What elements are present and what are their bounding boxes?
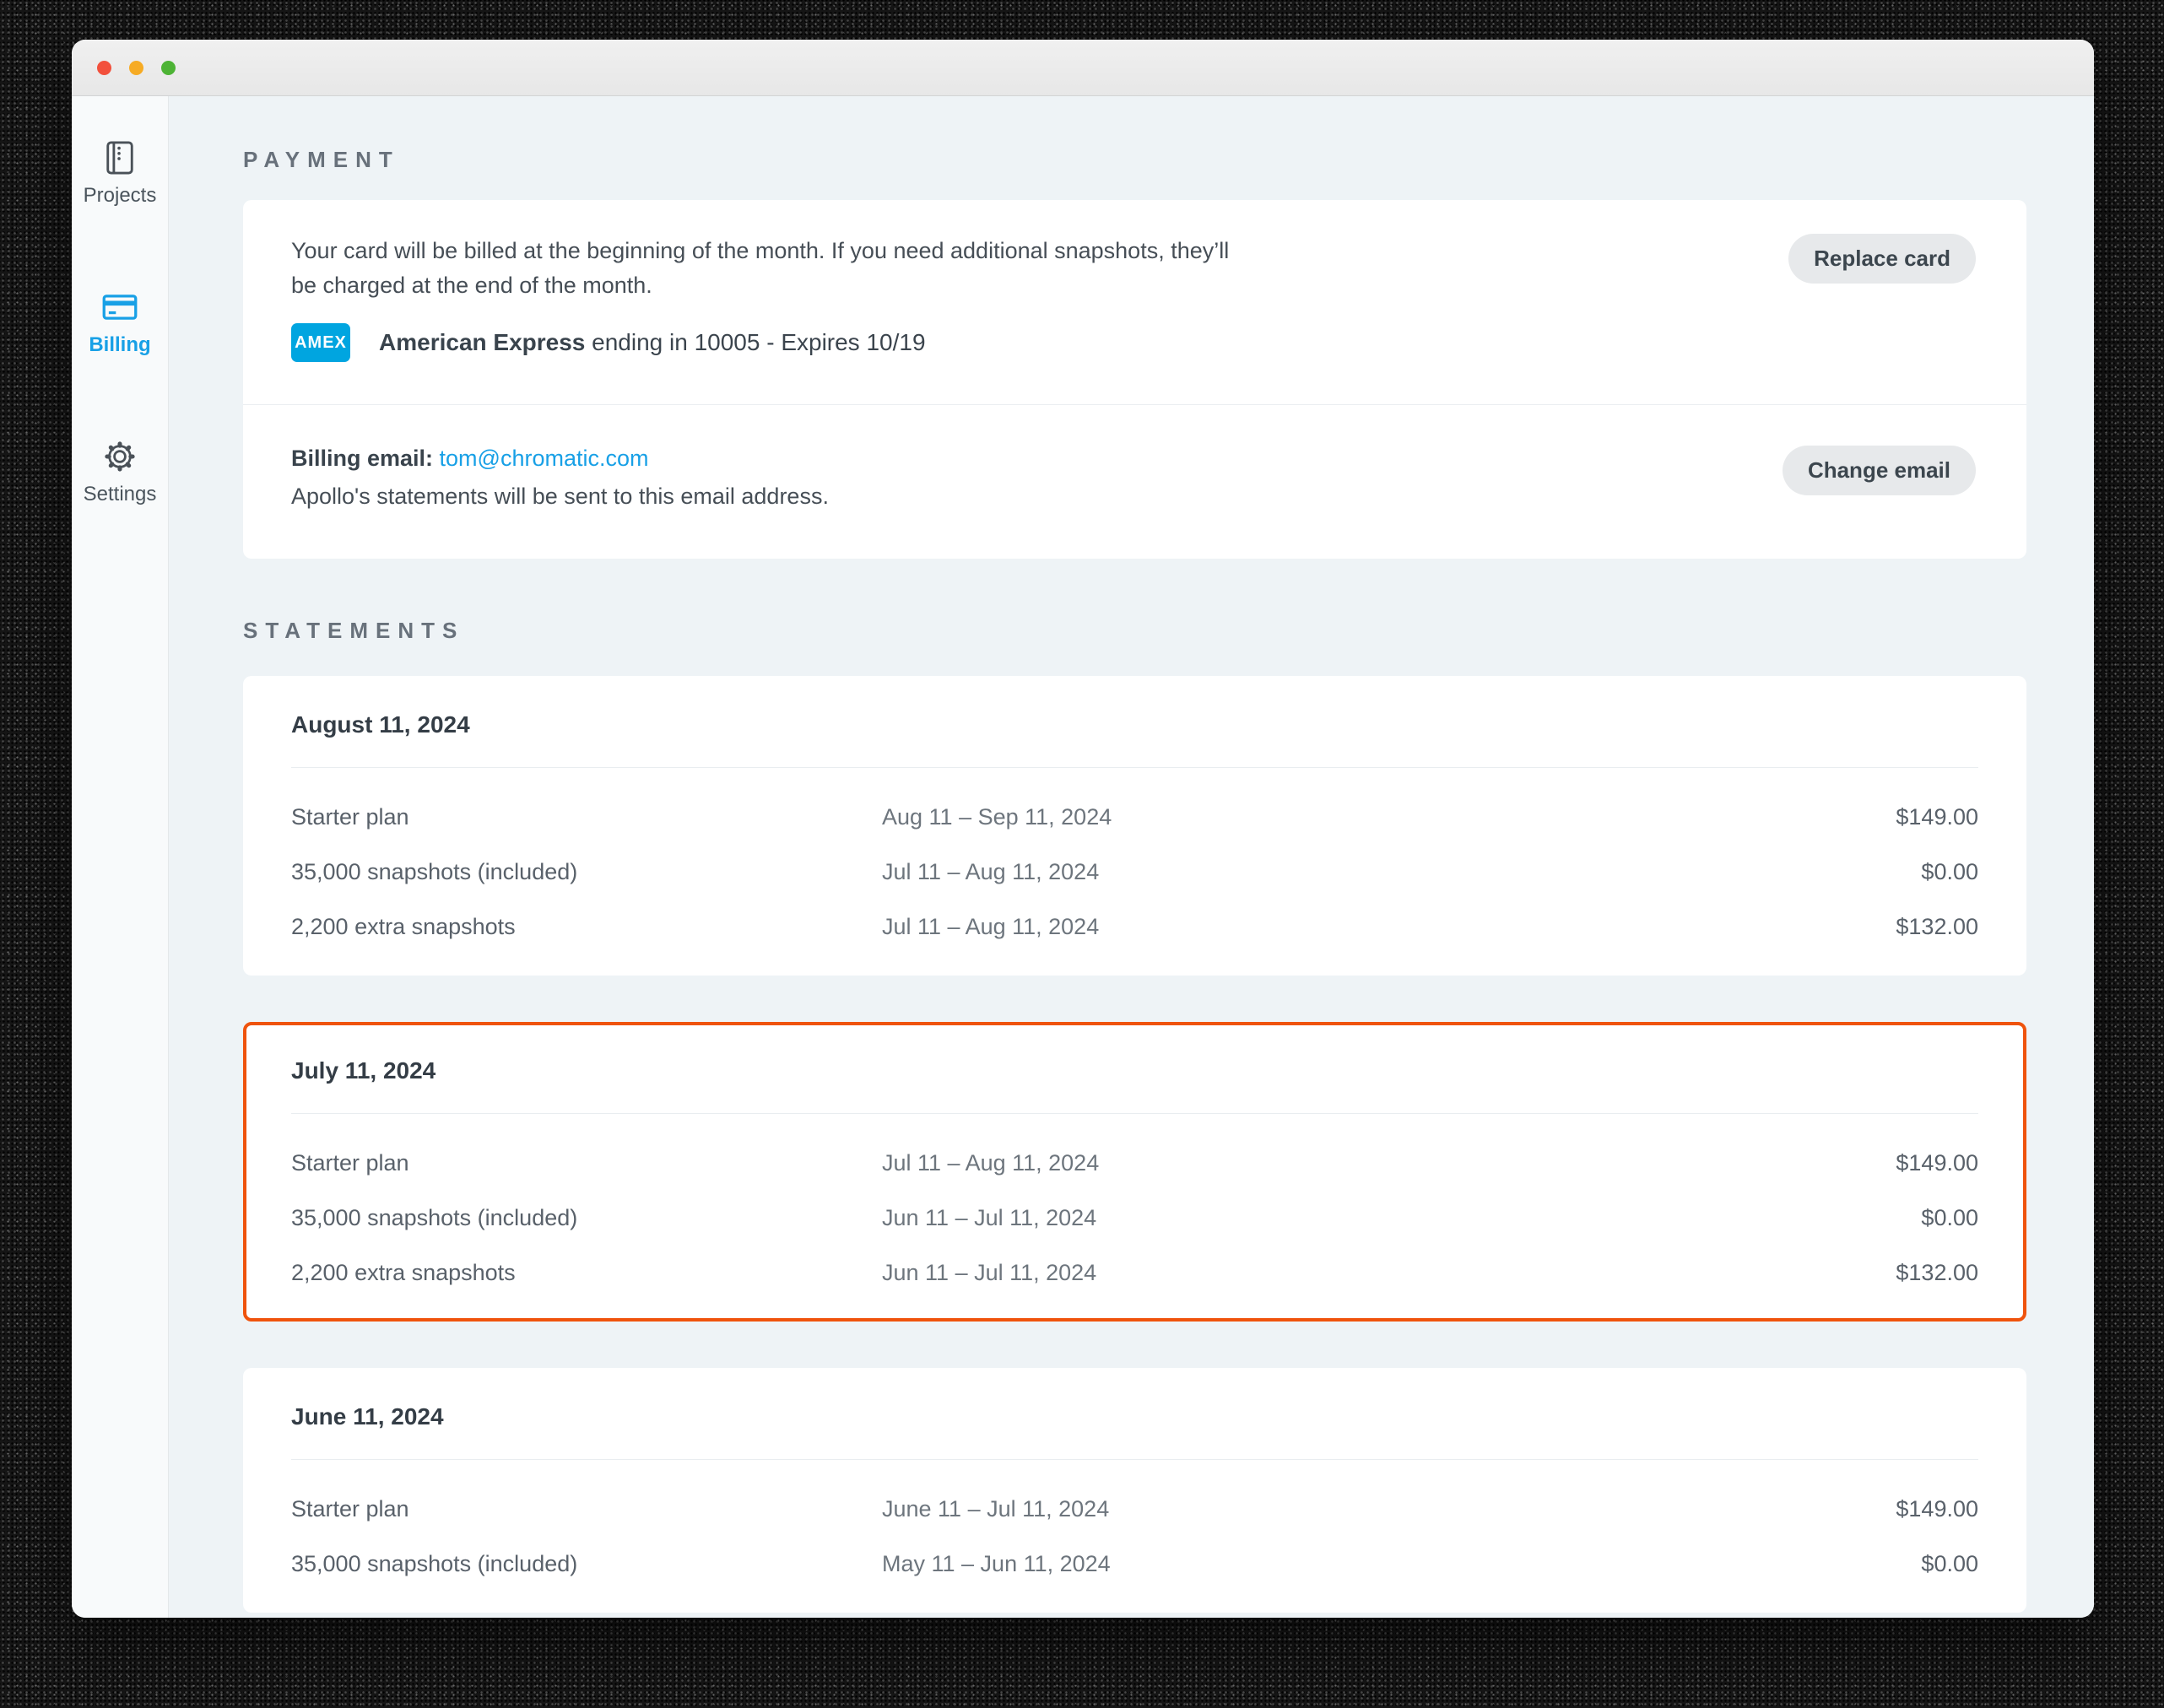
window-titlebar (72, 40, 2094, 96)
billing-email-section: Billing email: tom@chromatic.com Apollo'… (243, 405, 2026, 559)
statement-divider (291, 1459, 1978, 1460)
close-button[interactable] (97, 61, 111, 75)
statement-row: Starter plan Aug 11 – Sep 11, 2024 $149.… (291, 790, 1978, 845)
sidebar-item-settings[interactable]: Settings (84, 437, 157, 506)
statement-card-june[interactable]: June 11, 2024 Starter plan June 11 – Jul… (243, 1368, 2026, 1613)
statement-row: 35,000 snapshots (included) Jun 11 – Jul… (291, 1191, 1978, 1246)
settings-icon (101, 437, 138, 476)
billing-note: Your card will be billed at the beginnin… (291, 234, 1229, 303)
change-email-button[interactable]: Change email (1783, 446, 1976, 495)
statement-rows: Starter plan June 11 – Jul 11, 2024 $149… (291, 1482, 1978, 1592)
sidebar-item-projects[interactable]: Projects (84, 138, 157, 208)
billing-email-link[interactable]: tom@chromatic.com (440, 446, 649, 471)
sidebar: Projects Billing (72, 96, 169, 1618)
app-window: Projects Billing (72, 40, 2094, 1618)
statement-row: 35,000 snapshots (included) May 11 – Jun… (291, 1537, 1978, 1592)
card-description: American Express ending in 10005 - Expir… (379, 329, 926, 356)
statement-row: Starter plan June 11 – Jul 11, 2024 $149… (291, 1482, 1978, 1537)
replace-card-button[interactable]: Replace card (1788, 234, 1976, 284)
billing-email-line: Billing email: tom@chromatic.com (291, 446, 829, 472)
card-info: Your card will be billed at the beginnin… (291, 234, 1229, 362)
statements-section-heading: STATEMENTS (243, 618, 2026, 644)
sidebar-item-label: Billing (89, 333, 150, 357)
statement-card-august[interactable]: August 11, 2024 Starter plan Aug 11 – Se… (243, 676, 2026, 976)
statement-card-july-selected[interactable]: July 11, 2024 Starter plan Jul 11 – Aug … (243, 1022, 2026, 1322)
statement-row: 35,000 snapshots (included) Jul 11 – Aug… (291, 845, 1978, 900)
sidebar-item-label: Settings (84, 483, 157, 506)
billing-icon (102, 288, 138, 327)
billing-email-note: Apollo's statements will be sent to this… (291, 484, 829, 510)
statement-rows: Starter plan Jul 11 – Aug 11, 2024 $149.… (291, 1136, 1978, 1300)
sidebar-item-label: Projects (84, 184, 157, 208)
statement-row: Starter plan Jul 11 – Aug 11, 2024 $149.… (291, 1136, 1978, 1191)
statement-date: July 11, 2024 (291, 1057, 1978, 1084)
amex-card-icon: AMEX (291, 323, 350, 362)
statement-date: August 11, 2024 (291, 711, 1978, 738)
payment-section-heading: PAYMENT (243, 147, 2026, 173)
traffic-lights (72, 61, 176, 75)
card-row: AMEX American Express ending in 10005 - … (291, 323, 1229, 362)
statement-row: 2,200 extra snapshots Jul 11 – Aug 11, 2… (291, 900, 1978, 954)
app-body: Projects Billing (72, 96, 2094, 1618)
projects-icon (104, 138, 136, 177)
minimize-button[interactable] (129, 61, 143, 75)
statement-row: 2,200 extra snapshots Jun 11 – Jul 11, 2… (291, 1246, 1978, 1300)
billing-page: PAYMENT Your card will be billed at the … (169, 96, 2094, 1618)
statement-date: June 11, 2024 (291, 1403, 1978, 1430)
statement-divider (291, 767, 1978, 768)
billing-email-info: Billing email: tom@chromatic.com Apollo'… (291, 446, 829, 510)
sidebar-item-billing[interactable]: Billing (89, 288, 150, 357)
payment-panel: Your card will be billed at the beginnin… (243, 200, 2026, 559)
statement-divider (291, 1113, 1978, 1114)
statement-rows: Starter plan Aug 11 – Sep 11, 2024 $149.… (291, 790, 1978, 954)
zoom-button[interactable] (161, 61, 176, 75)
card-info-section: Your card will be billed at the beginnin… (243, 200, 2026, 404)
